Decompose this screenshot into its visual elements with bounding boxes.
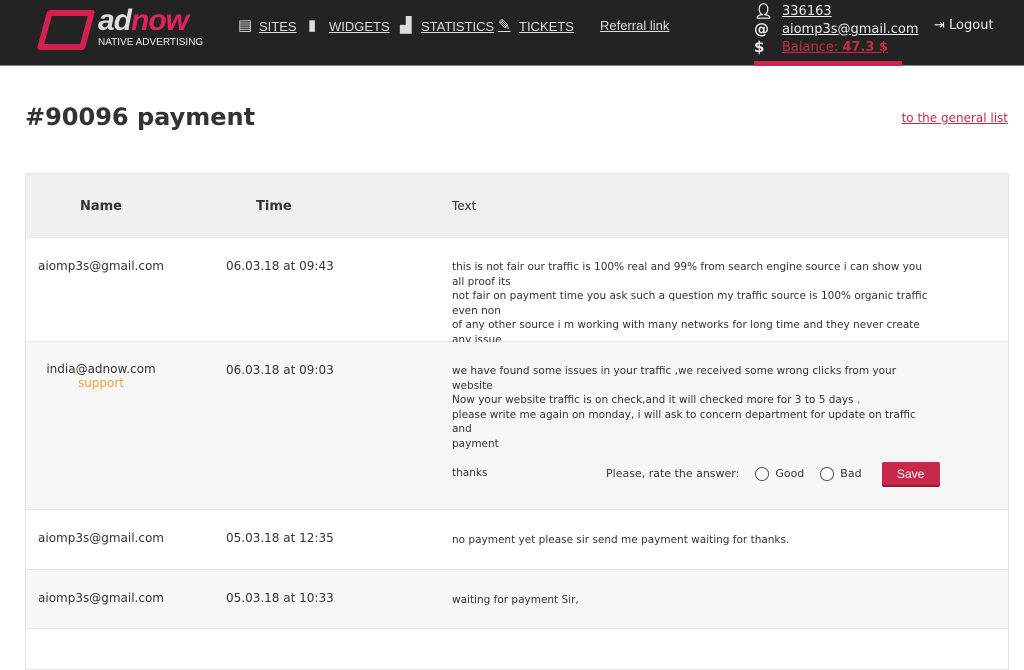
logout-icon: ⇥ [934, 18, 945, 33]
back-to-list-link[interactable]: to the general list [902, 111, 1008, 125]
adnow-logo[interactable]: adnow NATIVE ADVERTISING [36, 4, 210, 54]
save-button[interactable]: Save [881, 462, 940, 485]
balance-link[interactable]: Balance: 47.3 $ [782, 40, 888, 55]
nav-statistics[interactable]: ▟ STATISTICS [400, 18, 494, 34]
row-time: 05.03.18 at 10:33 [226, 591, 334, 605]
radio-good[interactable] [755, 466, 770, 481]
referral-link[interactable]: Referral link [600, 18, 669, 33]
row-name: aiomp3s@gmail.com [38, 531, 164, 545]
user-icon: 👤︎ [754, 2, 774, 20]
logo-word: ad [98, 4, 132, 37]
radio-bad[interactable] [820, 466, 835, 481]
good-label[interactable]: Good [775, 467, 804, 480]
nav-tickets[interactable]: ✎ TICKETS [498, 18, 574, 34]
widgets-icon: ▮ [308, 17, 317, 34]
table-row: aiomp3s@gmail.com 06.03.18 at 09:43 this… [26, 238, 1008, 360]
logo-word-accent: now [131, 4, 189, 37]
active-indicator [754, 61, 902, 66]
logout-label: Logout [949, 18, 994, 33]
row-name: india@adnow.com [46, 362, 156, 376]
dollar-icon: $ [754, 38, 765, 56]
logout-button[interactable]: ⇥ Logout [934, 18, 994, 33]
balance-label: Balance: [782, 39, 839, 55]
row-text: no payment yet please sir send me paymen… [452, 534, 790, 546]
table-row: aiomp3s@gmail.com 05.03.18 at 10:33 wait… [26, 570, 1008, 629]
logo-mark-icon [36, 10, 96, 50]
row-name: aiomp3s@gmail.com [38, 259, 164, 273]
top-header: adnow NATIVE ADVERTISING ▤ SITES ▮ WIDGETS… [0, 0, 1024, 66]
row-time: 06.03.18 at 09:43 [226, 259, 334, 273]
user-panel: 👤︎ 336163 @ aiomp3s@gmail.com $ Balance: 47… [754, 2, 919, 56]
row-name: aiomp3s@gmail.com [38, 591, 164, 605]
table-row: india@adnow.com support 06.03.18 at 09:03… [26, 342, 1008, 510]
role-label: support [77, 376, 125, 390]
header-time: Time [256, 199, 292, 214]
header-name: Name [79, 199, 122, 214]
rating-form: Please, rate the answer: Good Bad Save [606, 462, 940, 485]
messages-table: Name Time Text aiomp3s@gmail.com 06.03.1… [25, 173, 1009, 670]
table-row: aiomp3s@gmail.com 05.03.18 at 12:35 no p… [26, 510, 1008, 570]
row-time: 05.03.18 at 12:35 [226, 531, 334, 545]
user-id-link[interactable]: 336163 [782, 4, 832, 19]
at-icon: @ [754, 20, 769, 38]
rate-label: Please, rate the answer: [606, 467, 740, 480]
table-header: Name Time Text [26, 174, 1008, 238]
ticket-icon: ✎ [498, 17, 511, 34]
page-title: #90096 payment [25, 103, 256, 131]
nav-sites[interactable]: ▤ SITES [238, 18, 297, 34]
nav-widgets[interactable]: ▮ WIDGETS [308, 18, 390, 34]
row-text: waiting for payment Sir, [452, 594, 579, 606]
bad-label[interactable]: Bad [840, 467, 861, 480]
nav-label: SITES [259, 18, 297, 34]
nav-label: WIDGETS [329, 18, 390, 34]
nav-label: STATISTICS [421, 18, 495, 34]
balance-value: 47.3 $ [842, 39, 889, 55]
nav-label: TICKETS [519, 18, 574, 34]
logo-subtitle: NATIVE ADVERTISING [98, 37, 204, 48]
table-row [26, 629, 1008, 669]
chart-icon: ▟ [400, 17, 412, 34]
monitor-icon: ▤ [238, 17, 253, 34]
row-time: 06.03.18 at 09:03 [226, 363, 334, 377]
header-text: Text [452, 199, 477, 213]
email-link[interactable]: aiomp3s@gmail.com [782, 22, 919, 37]
